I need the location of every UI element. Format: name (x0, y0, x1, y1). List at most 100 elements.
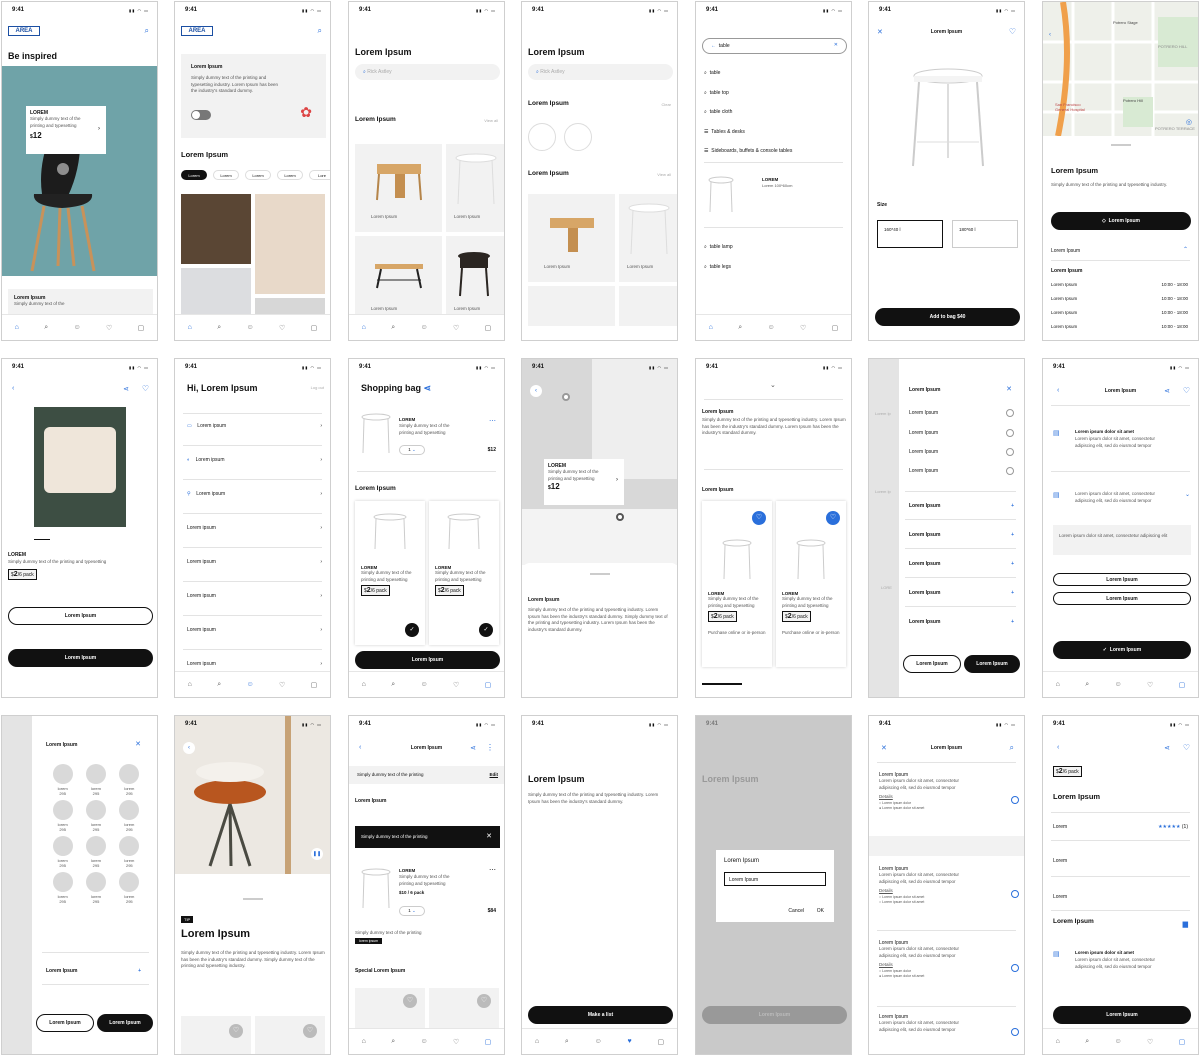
home-icon[interactable]: ⌂ (709, 324, 713, 331)
accordion-header[interactable]: Lorem Ipsum (1051, 248, 1080, 254)
more-icon[interactable]: ⋯ (489, 866, 496, 874)
back-arrow-icon[interactable]: ‹ (12, 385, 14, 392)
store-cta-button[interactable]: ◇ Lorem Ipsum (1051, 212, 1191, 230)
heart-icon[interactable]: ♡ (303, 1024, 317, 1038)
heart-icon[interactable]: ♡ (453, 324, 459, 332)
search-icon[interactable]: ⌕ (44, 324, 48, 332)
back-arrow-icon[interactable]: ‹ (183, 742, 195, 754)
bag-icon[interactable]: ▢ (657, 1038, 664, 1046)
search-icon[interactable]: ⌕ (391, 681, 395, 689)
search-icon[interactable]: ⌕ (738, 324, 742, 332)
search-input[interactable]: ← table ✕ (702, 38, 847, 54)
product-tooltip-card[interactable]: LOREM Simply dummy text of the printing … (26, 106, 106, 154)
radio-button[interactable] (1011, 890, 1019, 898)
product-tile[interactable]: Lorem Ipsum (528, 194, 615, 282)
profile-row[interactable]: ⚲ Lorem ipsum › (187, 491, 322, 497)
heart-icon[interactable]: ♡ (229, 1024, 243, 1038)
profile-icon[interactable]: ☺ (1115, 1038, 1122, 1045)
primary-button[interactable]: Lorem Ipsum (1053, 1006, 1191, 1024)
back-arrow-icon[interactable]: ‹ (530, 385, 542, 397)
close-icon[interactable]: ✕ (135, 740, 141, 748)
recent-thumb[interactable] (564, 123, 592, 151)
apply-button[interactable]: Lorem Ipsum (97, 1014, 153, 1032)
more-vertical-icon[interactable]: ⋮ (486, 743, 494, 752)
profile-row[interactable]: Lorem ipsum › (187, 593, 322, 599)
confirm-button[interactable]: ✓ Lorem Ipsum (1053, 641, 1191, 659)
article-photo[interactable] (175, 716, 330, 874)
home-icon[interactable]: ⌂ (1056, 681, 1060, 688)
share-icon[interactable]: ⋖ (424, 383, 432, 393)
suggestion-item[interactable]: ⌕ table legs (704, 258, 733, 278)
secondary-button[interactable]: Lorem Ipsum (8, 607, 153, 625)
search-icon[interactable]: ⌕ (1085, 1038, 1089, 1046)
info-row[interactable]: Lorem (1053, 858, 1188, 864)
pause-icon[interactable]: ❚❚ (311, 848, 323, 860)
profile-icon[interactable]: ☺ (421, 681, 428, 688)
heart-icon[interactable]: ♡ (453, 681, 459, 689)
recent-thumb[interactable] (528, 123, 556, 151)
related-card[interactable]: ♡ (181, 1016, 251, 1054)
home-icon[interactable]: ⌂ (535, 1038, 539, 1045)
share-icon[interactable]: ⋖ (1164, 744, 1170, 752)
chevron-up-icon[interactable]: ⌃ (1183, 246, 1188, 253)
logout-link[interactable]: Log out (311, 385, 324, 390)
bag-icon[interactable]: ▢ (1179, 681, 1186, 689)
sheet-handle[interactable] (590, 573, 610, 575)
swatch[interactable]: lorem 295 (79, 872, 112, 904)
swatch[interactable]: lorem 295 (79, 764, 112, 796)
home-icon[interactable]: ⌂ (188, 681, 192, 688)
search-icon[interactable]: ⌕ (1010, 743, 1014, 753)
product-tile[interactable] (528, 286, 615, 326)
close-icon[interactable]: ✕ (834, 42, 838, 48)
swatch[interactable]: lorem 295 (113, 764, 146, 796)
search-input[interactable]: ⌕ Rick Astley (528, 64, 673, 80)
hotspot-marker[interactable] (616, 513, 624, 521)
store-option[interactable]: Lorem Ipsum Lorem ipsum dolor sit amet, … (879, 940, 1019, 979)
dimmed-background[interactable]: Lorem Ip Lorem Ip LORE (869, 359, 899, 697)
add-to-bag-button[interactable]: Add to bag $40 (875, 308, 1020, 326)
home-icon[interactable]: ⌂ (188, 324, 192, 331)
inspiration-photo[interactable] (255, 194, 325, 294)
product-photo[interactable] (34, 407, 126, 527)
search-icon[interactable]: ⌕ (217, 324, 221, 332)
search-input[interactable]: ⌕ Rick Astley (355, 64, 500, 80)
inspiration-photo[interactable] (181, 194, 251, 264)
filter-section[interactable]: Lorem Ipsum + (909, 503, 1014, 509)
clear-button[interactable]: Lorem Ipsum (903, 655, 961, 673)
heart-icon[interactable]: ♡ (1147, 1038, 1153, 1046)
chevron-down-icon[interactable]: ⌄ (770, 381, 776, 389)
swatch[interactable]: lorem 295 (46, 836, 79, 868)
radio-button[interactable] (1011, 1028, 1019, 1036)
clear-link[interactable]: Clear (661, 102, 671, 107)
heart-icon[interactable]: ♡ (752, 511, 766, 525)
add-to-bag-icon[interactable]: ✓ (479, 623, 493, 637)
inspiration-photo[interactable] (181, 268, 251, 318)
radio-option[interactable]: Lorem Ipsum (909, 448, 1014, 456)
search-icon[interactable]: ⌕ (318, 26, 322, 36)
product-tooltip-card[interactable]: LOREM Simply dummy text of the printing … (544, 459, 624, 505)
heart-icon[interactable]: ♡ (826, 511, 840, 525)
product-tile[interactable]: Lorem Ipsum (355, 144, 442, 232)
profile-row[interactable]: Lorem ipsum › (187, 627, 322, 633)
product-card[interactable]: ♡ LOREM Simply dummy text of the printin… (776, 501, 846, 667)
heart-icon[interactable]: ♡ (279, 324, 285, 332)
swatch[interactable]: lorem 295 (113, 836, 146, 868)
swatch[interactable]: lorem 295 (113, 872, 146, 904)
heart-icon[interactable]: ♡ (1183, 743, 1190, 752)
radio-option[interactable]: Lorem Ipsum (909, 467, 1014, 475)
suggestion-item[interactable]: ☰ Tables & desks (704, 123, 844, 143)
store-option[interactable]: Lorem Ipsum Lorem ipsum dolor sit amet, … (879, 1014, 1019, 1036)
map-view[interactable]: Potrero Stage POTRERO HILL San Francisco… (1043, 2, 1198, 137)
profile-icon[interactable]: ☺ (247, 324, 254, 331)
filter-section[interactable]: Lorem Ipsum + (909, 619, 1014, 625)
suggestion-item[interactable]: ⌕ table lamp (704, 238, 733, 258)
more-icon[interactable]: ⋯ (489, 417, 496, 425)
suggestion-item[interactable]: ☰ Sideboards, buffets & console tables (704, 142, 844, 162)
suggestion-item[interactable]: ⌕ table cloth (704, 103, 844, 123)
filter-chip[interactable]: Lore (309, 170, 330, 180)
chat-icon[interactable]: ▆ (1183, 920, 1188, 928)
product-card[interactable]: ♡ (429, 988, 499, 1028)
store-option[interactable]: Lorem Ipsum Lorem ipsum dolor sit amet, … (879, 772, 1019, 811)
search-icon[interactable]: ⌕ (217, 681, 221, 689)
heart-icon[interactable]: ♡ (800, 324, 806, 332)
